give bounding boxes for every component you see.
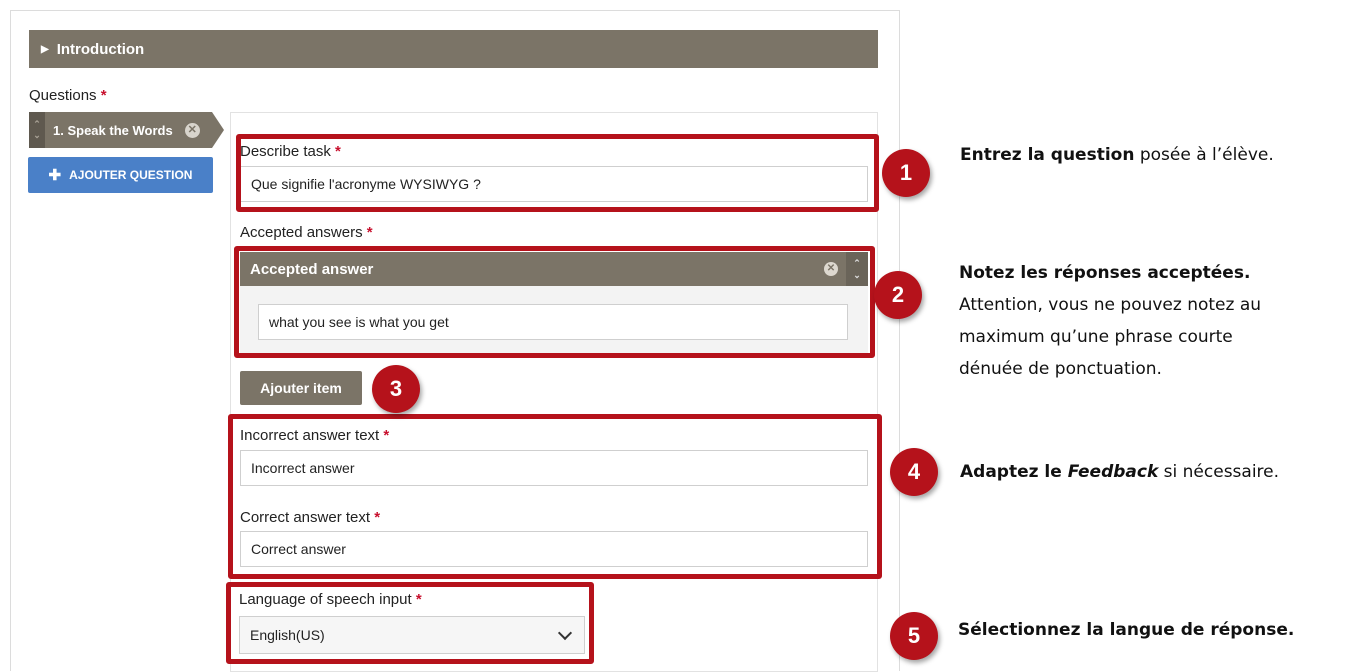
questions-label: Questions * — [29, 87, 107, 104]
step-badge-5: 5 — [890, 612, 938, 660]
annotation-4-text: si nécessaire. — [1158, 462, 1280, 482]
annotation-4-bold-italic: Feedback — [1067, 462, 1159, 482]
caret-right-icon: ▶ — [41, 43, 49, 55]
annotation-4-bold: Adaptez le — [960, 462, 1068, 482]
question-tab-label: 1. Speak the Words — [53, 122, 173, 138]
annotation-5: Sélectionnez la langue de réponse. — [958, 614, 1344, 646]
accepted-answers-label-text: Accepted answers — [240, 224, 363, 241]
plus-icon: ✚ — [48, 167, 62, 184]
highlight-box-4 — [228, 414, 882, 579]
annotation-4: Adaptez le Feedback si nécessaire. — [960, 456, 1344, 488]
add-question-button[interactable]: ✚ AJOUTER QUESTION — [28, 157, 213, 193]
add-question-label: AJOUTER QUESTION — [69, 168, 193, 182]
required-mark: * — [100, 87, 107, 104]
step-number: 3 — [389, 376, 403, 401]
annotation-2-line: dénuée de ponctuation. — [959, 359, 1162, 379]
step-badge-1: 1 — [882, 149, 930, 197]
step-number: 4 — [907, 459, 921, 484]
annotation-5-bold: Sélectionnez la langue de réponse. — [958, 620, 1295, 640]
introduction-toggle[interactable]: ▶ Introduction — [29, 30, 878, 68]
annotation-1: Entrez la question posée à l’élève. — [960, 139, 1344, 171]
annotation-2-line: maximum qu’une phrase courte — [959, 327, 1233, 347]
accepted-answers-label: Accepted answers * — [240, 224, 373, 241]
step-number: 1 — [899, 160, 913, 185]
annotation-1-bold: Entrez la question — [960, 145, 1135, 165]
question-tab-arrow — [212, 112, 224, 148]
sort-handle-icon[interactable]: ⌃ ⌄ — [29, 112, 45, 148]
highlight-box-2 — [234, 246, 875, 358]
step-number: 2 — [891, 282, 905, 307]
questions-label-text: Questions — [29, 87, 97, 104]
highlight-box-1 — [236, 134, 879, 212]
annotation-2: Notez les réponses acceptées. Attention,… — [959, 257, 1344, 385]
step-badge-2: 2 — [874, 271, 922, 319]
add-item-button[interactable]: Ajouter item — [240, 371, 362, 405]
required-mark: * — [366, 224, 373, 241]
step-badge-4: 4 — [890, 448, 938, 496]
add-item-label: Ajouter item — [260, 380, 342, 396]
remove-question-icon[interactable]: ✕ — [184, 122, 200, 138]
step-badge-3: 3 — [372, 365, 420, 413]
annotation-2-bold: Notez les réponses acceptées. — [959, 263, 1251, 283]
question-tab[interactable]: ⌃ ⌄ 1. Speak the Words ✕ — [29, 112, 212, 148]
annotation-2-line: Attention, vous ne pouvez notez au — [959, 295, 1262, 315]
introduction-label: Introduction — [56, 40, 145, 58]
annotation-1-text: posée à l’élève. — [1134, 145, 1274, 165]
step-number: 5 — [907, 623, 921, 648]
highlight-box-5 — [226, 582, 594, 664]
